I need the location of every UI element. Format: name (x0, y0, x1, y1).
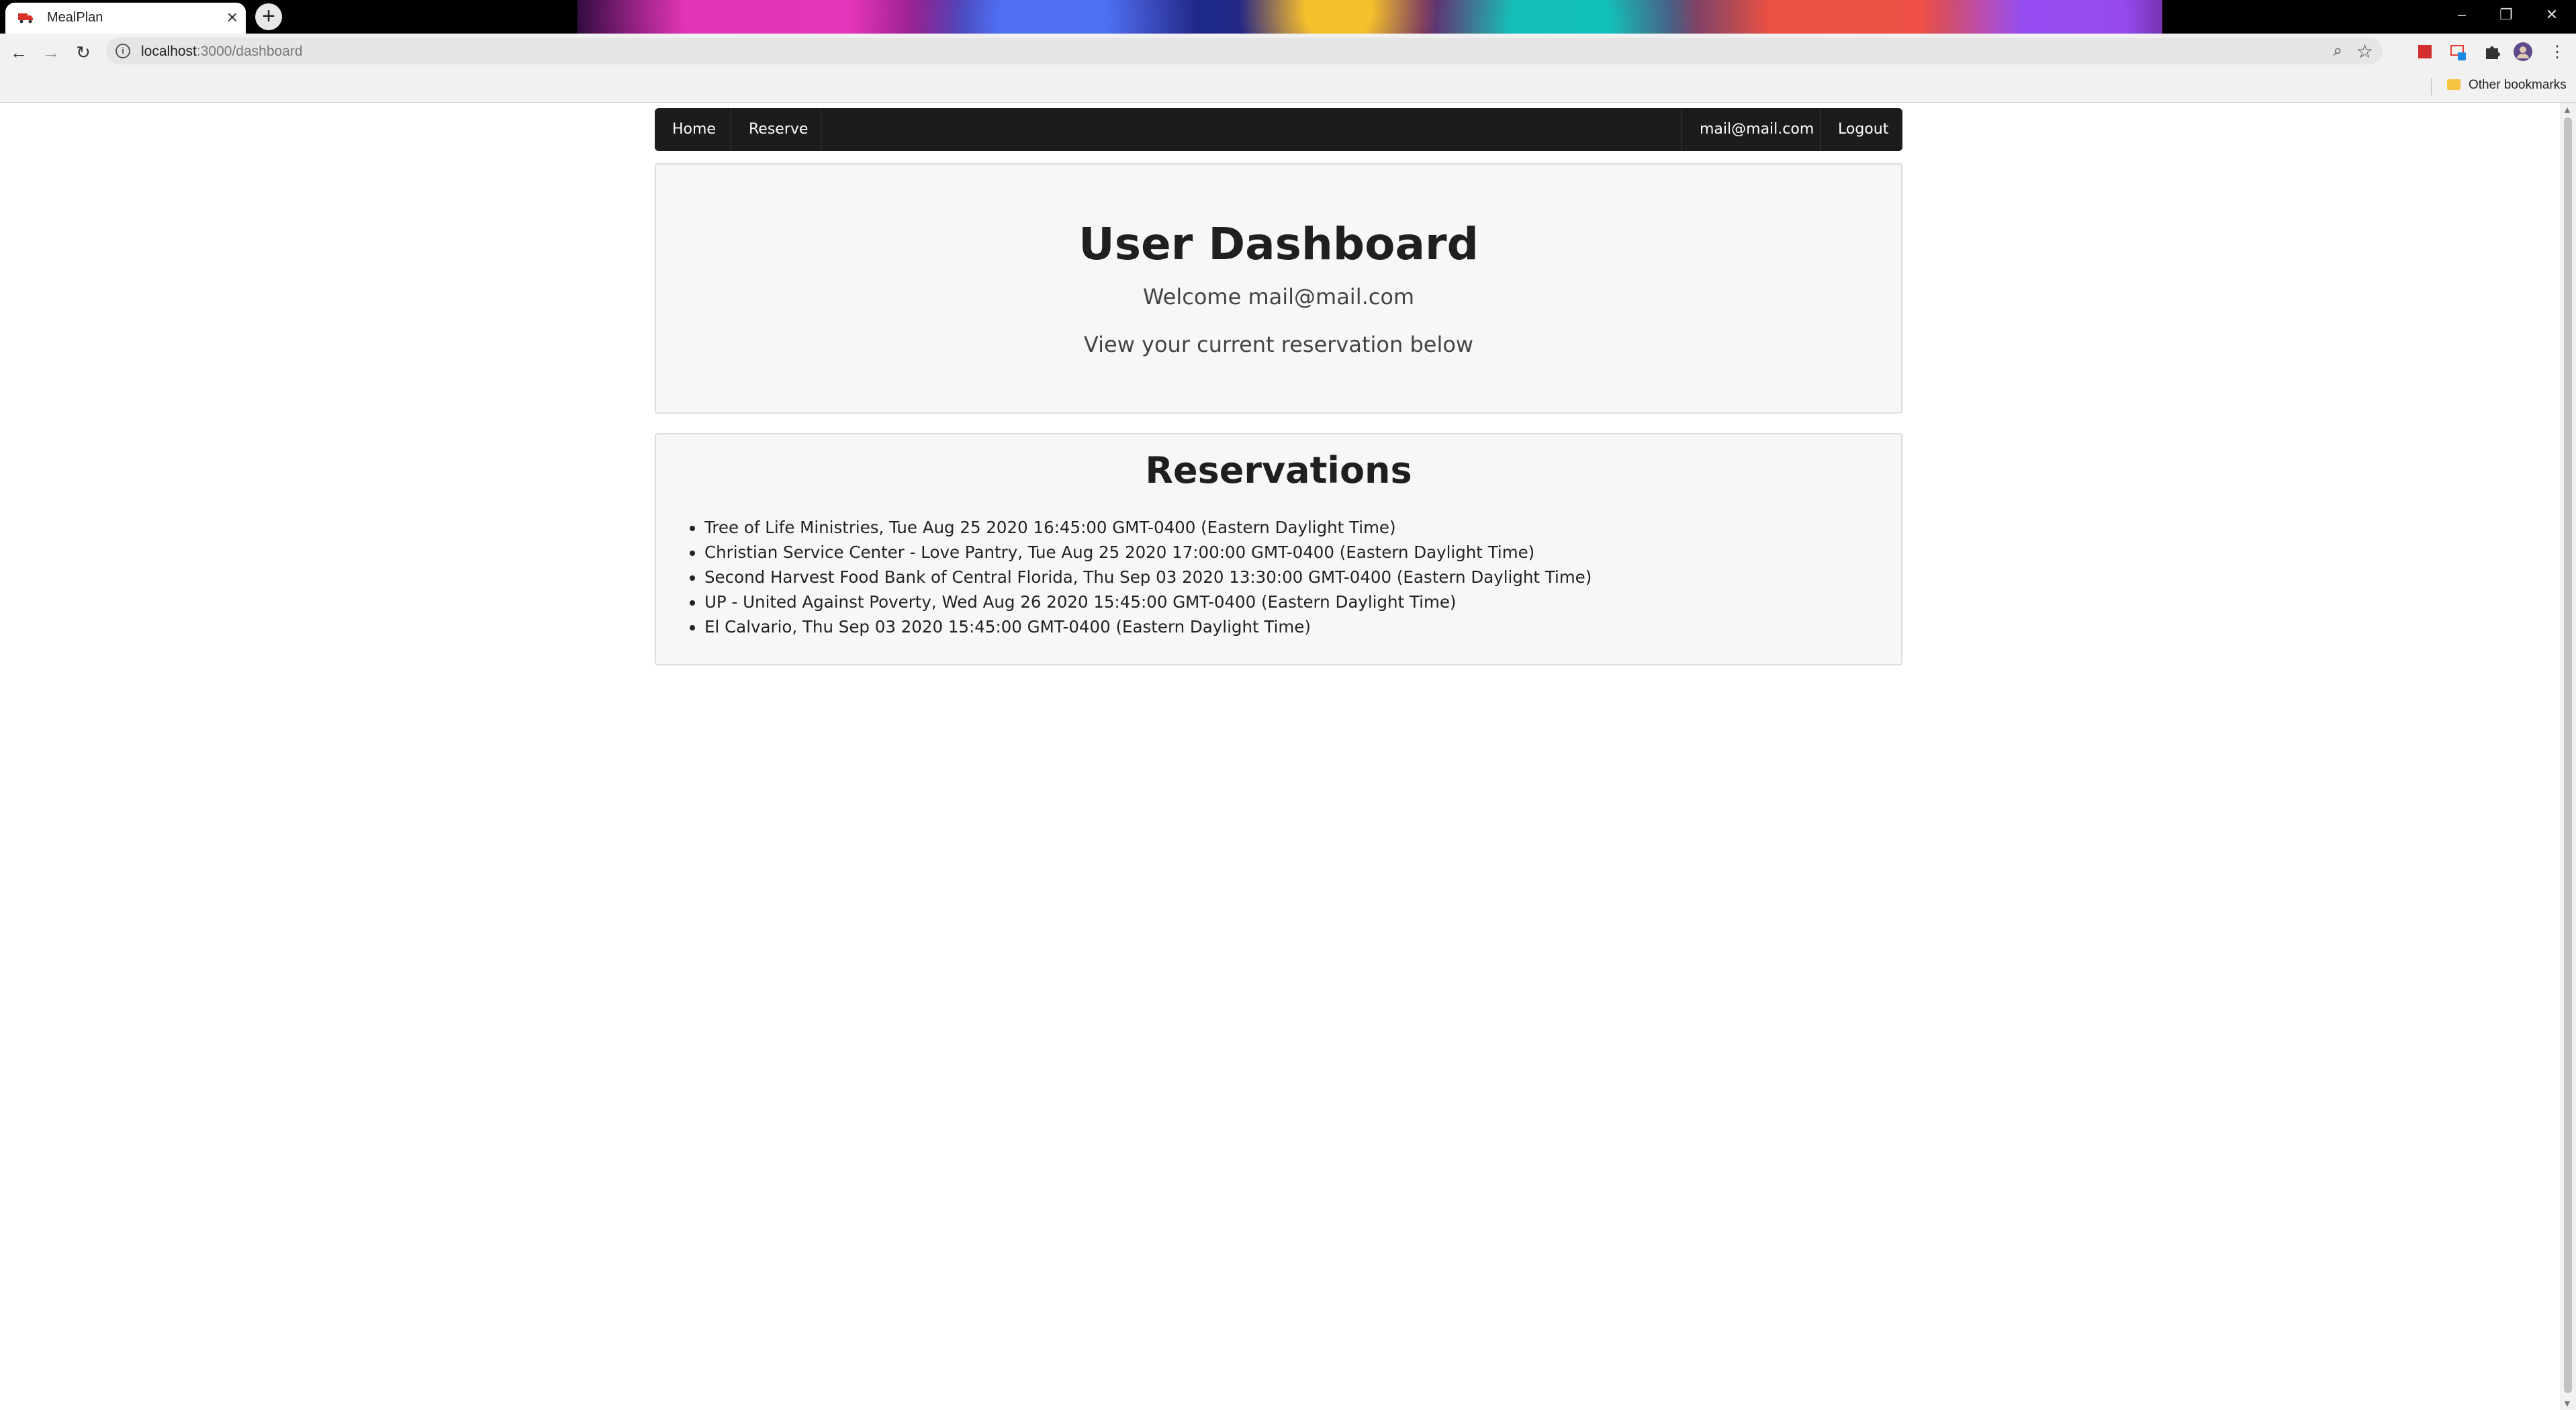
reservation-item: Christian Service Center - Love Pantry, … (704, 540, 1592, 565)
page-viewport: Home Reserve mail@mail.com Logout User D… (0, 103, 2560, 1410)
site-navbar: Home Reserve mail@mail.com Logout (655, 108, 1902, 151)
bookmarks-divider (2431, 78, 2432, 95)
reservation-item: El Calvario, Thu Sep 03 2020 15:45:00 GM… (704, 614, 1592, 639)
scroll-down-icon[interactable]: ▼ (2563, 1398, 2572, 1409)
url-text[interactable]: localhost:3000/dashboard (141, 44, 303, 60)
menu-dots-icon[interactable]: ⋮ (2545, 40, 2569, 64)
extension-badge-icon[interactable] (2448, 42, 2469, 62)
nav-user-email[interactable]: mail@mail.com (1682, 108, 1831, 151)
minimize-icon[interactable]: – (2442, 3, 2482, 27)
new-tab-button[interactable]: + (255, 3, 282, 30)
back-arrow-icon[interactable]: ← (7, 40, 31, 64)
bookmarks-bar: Other bookmarks (0, 71, 2576, 103)
browser-toolbar: ← → ↻ i localhost:3000/dashboard ⌕ ☆ ⋮ (0, 34, 2576, 71)
puzzle-icon[interactable] (2482, 42, 2502, 62)
close-tab-icon[interactable]: × (227, 7, 238, 28)
reservation-item: UP - United Against Poverty, Wed Aug 26 … (704, 590, 1592, 614)
reservations-title: Reservations (1145, 449, 1412, 491)
scrollbar-thumb[interactable] (2564, 117, 2572, 1393)
reload-icon[interactable]: ↻ (71, 40, 95, 64)
extension-red-icon[interactable] (2415, 42, 2435, 62)
bookmark-star-icon[interactable]: ☆ (2356, 40, 2373, 62)
nav-logout[interactable]: Logout (1821, 108, 1906, 151)
reservations-list: Tree of Life Ministries, Tue Aug 25 2020… (704, 515, 1592, 639)
truck-icon (18, 13, 33, 23)
nav-home[interactable]: Home (655, 108, 733, 151)
scroll-up-icon[interactable]: ▲ (2563, 104, 2572, 115)
folder-icon (2447, 79, 2460, 90)
browser-tab[interactable]: MealPlan × (5, 3, 246, 34)
reservation-item: Second Harvest Food Bank of Central Flor… (704, 565, 1592, 590)
close-window-icon[interactable]: ✕ (2532, 3, 2572, 27)
dashboard-panel: User Dashboard Welcome mail@mail.com Vie… (655, 163, 1902, 414)
reservation-item: Tree of Life Ministries, Tue Aug 25 2020… (704, 515, 1592, 540)
zoom-icon[interactable]: ⌕ (2334, 42, 2342, 60)
reservations-panel: Reservations Tree of Life Ministries, Tu… (655, 433, 1902, 665)
forward-arrow-icon[interactable]: → (39, 40, 63, 64)
tab-strip: MealPlan × + – ❐ ✕ (0, 0, 2576, 34)
dashboard-subtitle: View your current reservation below (1083, 332, 1474, 357)
theme-background (578, 0, 2162, 34)
tab-title: MealPlan (47, 10, 103, 25)
page-scrollbar[interactable]: ▲ ▼ (2560, 103, 2576, 1410)
welcome-text: Welcome mail@mail.com (1142, 284, 1415, 310)
other-bookmarks[interactable]: Other bookmarks (2447, 78, 2567, 93)
profile-avatar[interactable] (2513, 42, 2533, 62)
nav-reserve[interactable]: Reserve (731, 108, 825, 151)
info-icon[interactable]: i (116, 44, 130, 58)
restore-icon[interactable]: ❐ (2486, 3, 2526, 27)
address-bar[interactable]: i localhost:3000/dashboard ⌕ ☆ (106, 38, 2383, 64)
page-title: User Dashboard (1078, 218, 1479, 270)
